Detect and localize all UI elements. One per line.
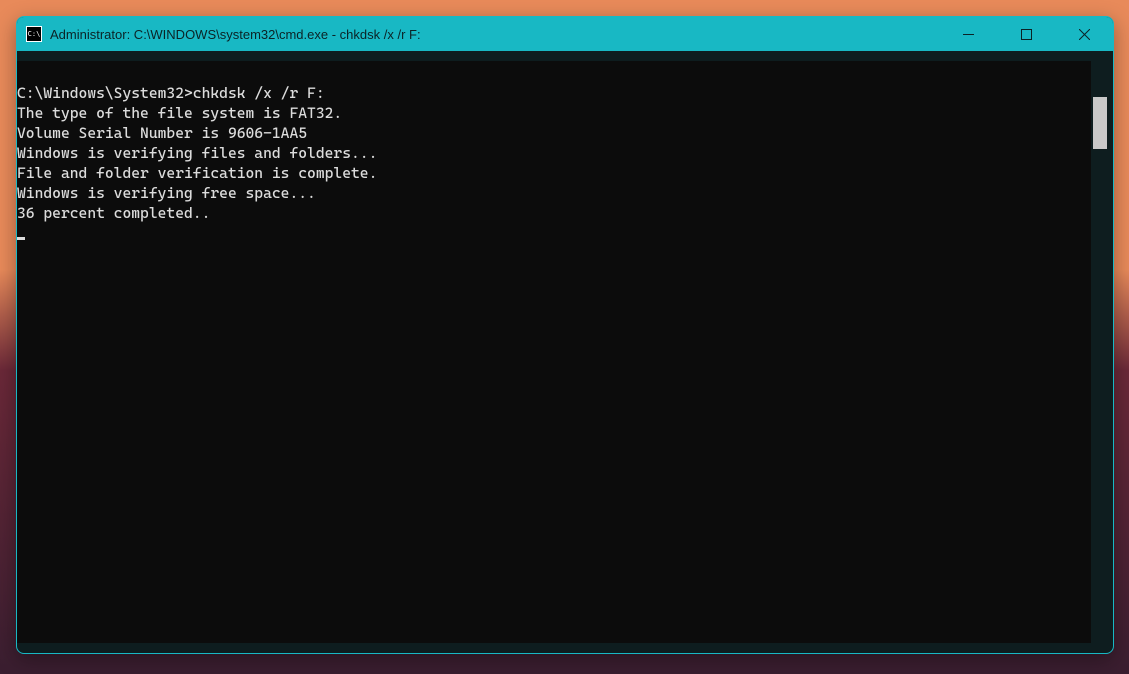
output-line: 36 percent completed.. bbox=[17, 203, 1091, 223]
output-line: The type of the file system is FAT32. bbox=[17, 103, 1091, 123]
minimize-icon bbox=[963, 29, 974, 40]
cmd-icon bbox=[26, 26, 42, 42]
close-button[interactable] bbox=[1055, 17, 1113, 51]
terminal-window: Administrator: C:\WINDOWS\system32\cmd.e… bbox=[16, 16, 1114, 654]
client-area: C:\Windows\System32>chkdsk /x /r F:The t… bbox=[17, 51, 1113, 653]
minimize-button[interactable] bbox=[939, 17, 997, 51]
titlebar[interactable]: Administrator: C:\WINDOWS\system32\cmd.e… bbox=[17, 17, 1113, 51]
prompt: C:\Windows\System32> bbox=[17, 84, 193, 102]
output-line: Windows is verifying free space... bbox=[17, 183, 1091, 203]
output-line: Volume Serial Number is 9606-1AA5 bbox=[17, 123, 1091, 143]
window-title: Administrator: C:\WINDOWS\system32\cmd.e… bbox=[50, 27, 421, 42]
window-controls bbox=[939, 17, 1113, 51]
close-icon bbox=[1079, 29, 1090, 40]
cursor bbox=[17, 237, 25, 240]
maximize-button[interactable] bbox=[997, 17, 1055, 51]
command: chkdsk /x /r F: bbox=[193, 84, 325, 102]
scrollbar[interactable] bbox=[1093, 97, 1107, 641]
output-line: File and folder verification is complete… bbox=[17, 163, 1091, 183]
cursor-line bbox=[17, 223, 1091, 243]
prompt-line: C:\Windows\System32>chkdsk /x /r F: bbox=[17, 83, 1091, 103]
output-line: Windows is verifying files and folders..… bbox=[17, 143, 1091, 163]
maximize-icon bbox=[1021, 29, 1032, 40]
scrollbar-thumb[interactable] bbox=[1093, 97, 1107, 149]
terminal-output[interactable]: C:\Windows\System32>chkdsk /x /r F:The t… bbox=[17, 61, 1091, 643]
